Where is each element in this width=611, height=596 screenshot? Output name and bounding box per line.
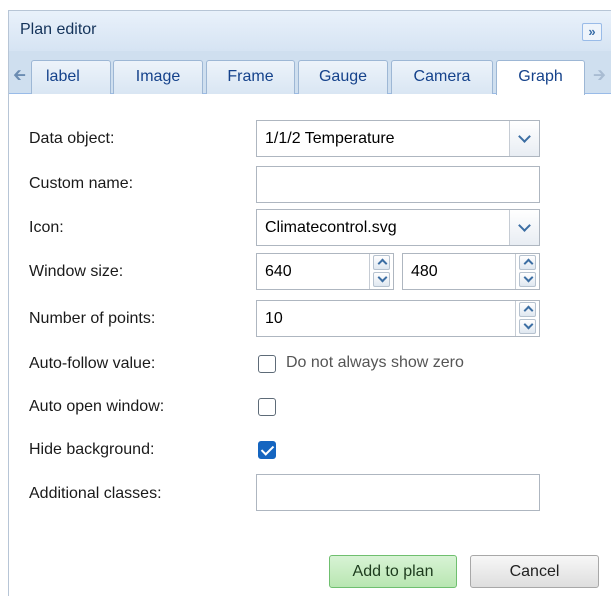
title-bar: Plan editor » — [9, 11, 611, 51]
hide-background-label: Hide background: — [29, 441, 155, 458]
chevron-down-icon[interactable] — [509, 210, 539, 245]
data-object-label: Data object: — [29, 130, 115, 147]
arrow-right-icon[interactable]: 🡲 — [593, 64, 606, 91]
chevron-down-icon[interactable] — [509, 121, 539, 156]
icon-value: Climatecontrol.svg — [265, 219, 397, 236]
window-height-stepper[interactable]: 480 — [402, 253, 540, 290]
icon-select[interactable]: Climatecontrol.svg — [256, 209, 540, 246]
window-height-value: 480 — [411, 263, 438, 280]
tab-frame[interactable]: Frame — [206, 60, 295, 94]
spin-up-icon[interactable] — [519, 255, 536, 270]
tab-graph[interactable]: Graph — [496, 60, 585, 95]
spin-up-icon[interactable] — [519, 302, 536, 317]
additional-classes-input[interactable] — [256, 474, 540, 511]
panel-title: Plan editor — [20, 21, 97, 38]
spinner-icon[interactable] — [515, 301, 539, 336]
auto-follow-checkbox[interactable] — [258, 355, 276, 373]
add-to-plan-button[interactable]: Add to plan — [329, 555, 457, 588]
auto-follow-checkbox-label: Do not always show zero — [286, 354, 464, 371]
additional-classes-label: Additional classes: — [29, 485, 162, 502]
spin-down-icon[interactable] — [373, 272, 390, 287]
spinner-icon[interactable] — [369, 254, 393, 289]
tab-gauge[interactable]: Gauge — [298, 60, 388, 94]
hide-background-checkbox[interactable] — [258, 441, 276, 459]
spin-down-icon[interactable] — [519, 272, 536, 287]
icon-label: Icon: — [29, 219, 64, 236]
number-of-points-label: Number of points: — [29, 310, 156, 327]
custom-name-input[interactable] — [256, 166, 540, 203]
window-width-stepper[interactable]: 640 — [256, 253, 394, 290]
data-object-select[interactable]: 1/1/2 Temperature — [256, 120, 540, 157]
tab-label[interactable]: label — [31, 60, 111, 94]
custom-name-label: Custom name: — [29, 175, 134, 192]
auto-follow-label: Auto-follow value: — [29, 355, 156, 372]
cancel-button[interactable]: Cancel — [470, 555, 599, 588]
arrow-left-icon[interactable]: 🡰 — [13, 64, 26, 91]
spin-up-icon[interactable] — [373, 255, 390, 270]
window-width-value: 640 — [265, 263, 292, 280]
tab-strip: 🡰 label Image Frame Gauge Camera Graph 🡲 — [9, 51, 611, 95]
tab-camera[interactable]: Camera — [391, 60, 493, 94]
spinner-icon[interactable] — [515, 254, 539, 289]
number-of-points-value: 10 — [265, 310, 283, 327]
number-of-points-stepper[interactable]: 10 — [256, 300, 540, 337]
window-size-label: Window size: — [29, 263, 124, 280]
auto-open-checkbox[interactable] — [258, 398, 276, 416]
auto-open-label: Auto open window: — [29, 398, 165, 415]
collapse-button[interactable]: » — [582, 23, 602, 41]
spin-down-icon[interactable] — [519, 319, 536, 334]
data-object-value: 1/1/2 Temperature — [265, 130, 395, 147]
tab-image[interactable]: Image — [113, 60, 203, 94]
